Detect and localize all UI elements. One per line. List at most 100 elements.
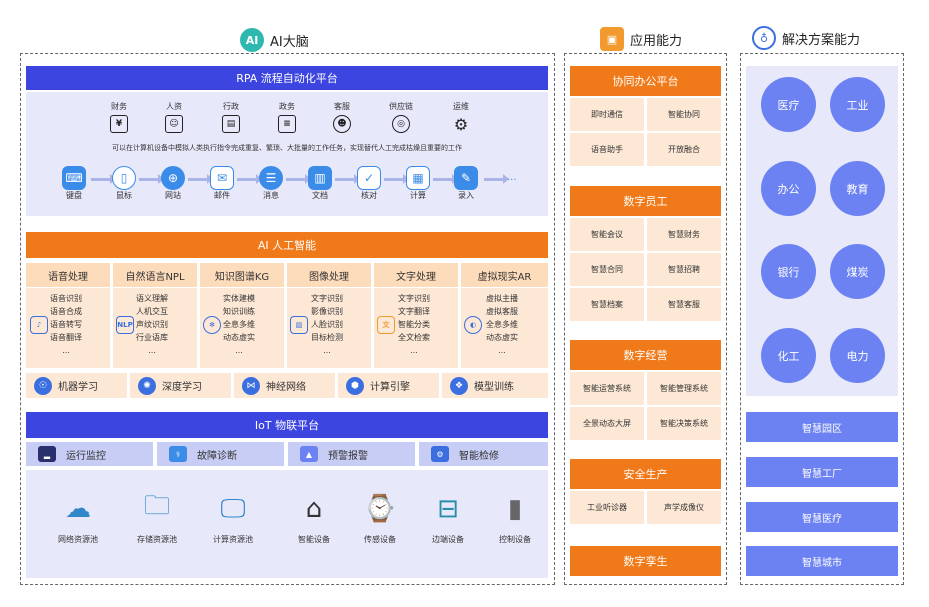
app-cell-label: 智慧财务 bbox=[668, 230, 700, 239]
industry-label: 教育 bbox=[846, 182, 869, 196]
app-cell: 智慧财务 bbox=[647, 218, 721, 251]
app-cell: 全景动态大屏 bbox=[570, 407, 644, 440]
ai-title: AI 人工智能 bbox=[257, 239, 317, 252]
ai-item: 文字翻译 bbox=[398, 307, 430, 316]
iot-run-monitor: ▂ 运行监控 bbox=[26, 442, 153, 466]
yuan-icon: ¥ bbox=[110, 115, 128, 133]
flow-label: 键盘 bbox=[66, 191, 82, 200]
ai-item: 语音翻译 bbox=[50, 333, 82, 342]
iot-alert: ▲ 预警报警 bbox=[288, 442, 415, 466]
ai-col-header: 知识图谱KG bbox=[200, 263, 284, 287]
device-edge: ⊟ 边端设备 bbox=[418, 490, 478, 545]
ai-col-header: 虚拟现实AR bbox=[461, 263, 548, 287]
flow-label: 录入 bbox=[458, 191, 474, 200]
flow-doc: ▥ 文档 bbox=[302, 166, 338, 201]
flow-label: 邮件 bbox=[214, 191, 230, 200]
dept-label: 财务 bbox=[111, 102, 127, 111]
ml-deep-learning: ✺ 深度学习 bbox=[130, 373, 231, 398]
ml-label: 神经网络 bbox=[266, 382, 306, 393]
network-icon: ⋈ bbox=[242, 376, 260, 395]
vr-icon: ◐ bbox=[464, 316, 482, 334]
smart-home-panel-icon: ⌂ bbox=[305, 494, 323, 524]
ai-item: 语音合成 bbox=[50, 307, 82, 316]
head-idea-icon: ♁ bbox=[752, 26, 776, 50]
ai-col-header: 文字处理 bbox=[374, 263, 458, 287]
flow-label: 消息 bbox=[263, 191, 279, 200]
ai-item: 人机交互 bbox=[136, 307, 168, 316]
device-label: 传感设备 bbox=[364, 535, 396, 544]
wrench-gear-icon: ⚙ bbox=[431, 446, 449, 462]
iot-func-label: 故障诊断 bbox=[197, 450, 237, 462]
ml-machine-learning: ☉ 机器学习 bbox=[26, 373, 127, 398]
app-cell-label: 智慧档案 bbox=[591, 300, 623, 309]
flow-input: ✎ 录入 bbox=[448, 166, 484, 201]
brain-circuit-icon: ✺ bbox=[138, 376, 156, 395]
industry-label: 医疗 bbox=[777, 98, 800, 112]
app-cell: 智能运营系统 bbox=[570, 372, 644, 405]
ai-item: 全息多维 bbox=[223, 320, 255, 329]
industry-circle: 煤炭 bbox=[830, 244, 885, 299]
industry-label: 电力 bbox=[846, 349, 869, 363]
ai-col-name: 文字处理 bbox=[396, 271, 436, 283]
ai-col-header: 图像处理 bbox=[287, 263, 371, 287]
app-cell: 声学成像仪 bbox=[647, 491, 721, 524]
app-cell-label: 语音助手 bbox=[591, 145, 623, 154]
app-cell: 智能协同 bbox=[647, 98, 721, 131]
mail-icon: ✉ bbox=[210, 166, 234, 190]
industry-circle: 办公 bbox=[761, 161, 816, 216]
app-cell-label: 智能管理系统 bbox=[660, 384, 708, 393]
engine-icon: ⬢ bbox=[346, 376, 364, 395]
globe-icon: ⊕ bbox=[161, 166, 185, 190]
app-cell: 智能管理系统 bbox=[647, 372, 721, 405]
dept-admin: 行政 ▤ bbox=[206, 101, 256, 133]
device-label: 存储资源池 bbox=[137, 535, 177, 544]
warning-icon: ▲ bbox=[300, 446, 318, 462]
ai-item: 动态虚实 bbox=[223, 333, 255, 342]
dept-label: 政务 bbox=[279, 102, 295, 111]
flow-label: 核对 bbox=[361, 191, 377, 200]
industry-circle: 教育 bbox=[830, 161, 885, 216]
diagnosis-icon: ⚕ bbox=[169, 446, 187, 462]
app-cell: 工业听诊器 bbox=[570, 491, 644, 524]
app-cell: 语音助手 bbox=[570, 133, 644, 166]
device-label: 网络资源池 bbox=[58, 535, 98, 544]
device-label: 边端设备 bbox=[432, 535, 464, 544]
ai-item: 全文检索 bbox=[398, 333, 430, 342]
industry-label: 办公 bbox=[777, 182, 800, 196]
device-label: 控制设备 bbox=[499, 535, 531, 544]
dept-label: 行政 bbox=[223, 102, 239, 111]
flow-keyboard: ⌨ 键盘 bbox=[56, 166, 92, 201]
cubes-icon: ❖ bbox=[450, 376, 468, 395]
iot-fault-diagnosis: ⚕ 故障诊断 bbox=[157, 442, 284, 466]
flow-arrow bbox=[484, 174, 509, 184]
app-cell: 智慧合同 bbox=[570, 253, 644, 286]
iot-title: IoT 物联平台 bbox=[254, 419, 320, 432]
ai-item: 文字识别 bbox=[398, 294, 430, 303]
ai-item: ... bbox=[62, 346, 70, 355]
solution-title: 解决方案能力 bbox=[782, 32, 861, 48]
sensor-watch-icon: ⌚ bbox=[363, 494, 397, 524]
cloud-wifi-icon: ☁ bbox=[65, 494, 91, 524]
presentation-icon: ▤ bbox=[222, 115, 240, 133]
flow-mouse: ▯ 鼠标 bbox=[106, 166, 142, 201]
app-ability-title: 应用能力 bbox=[630, 33, 683, 49]
device-label: 智能设备 bbox=[298, 535, 330, 544]
ai-col-name: 语音处理 bbox=[48, 271, 88, 283]
device-storage-pool: 🗀 存储资源池 bbox=[127, 490, 187, 545]
graph-icon: ✻ bbox=[203, 316, 221, 334]
flow-label: 计算 bbox=[410, 191, 426, 200]
industry-circle: 电力 bbox=[830, 328, 885, 383]
dept-supply: 供应链 ◎ bbox=[376, 101, 426, 133]
solution-smart-park: 智慧园区 bbox=[746, 412, 898, 442]
ai-brain-header: AI AI大脑 bbox=[240, 28, 309, 52]
rpa-description: 可以在计算机设备中模拟人类执行指令完成重复、繁琐、大批量的工作任务，实现替代人工… bbox=[112, 144, 462, 152]
ai-item: ... bbox=[410, 346, 418, 355]
ai-col-header: 语音处理 bbox=[26, 263, 110, 287]
app-digital-employee-header: 数字员工 bbox=[570, 186, 721, 216]
ai-item: ... bbox=[323, 346, 331, 355]
coins-icon: ◎ bbox=[392, 115, 410, 133]
industry-circle: 银行 bbox=[761, 244, 816, 299]
monitor-icon: ▂ bbox=[38, 446, 56, 462]
industry-label: 化工 bbox=[777, 349, 800, 363]
app-title: 数字经营 bbox=[623, 349, 668, 362]
